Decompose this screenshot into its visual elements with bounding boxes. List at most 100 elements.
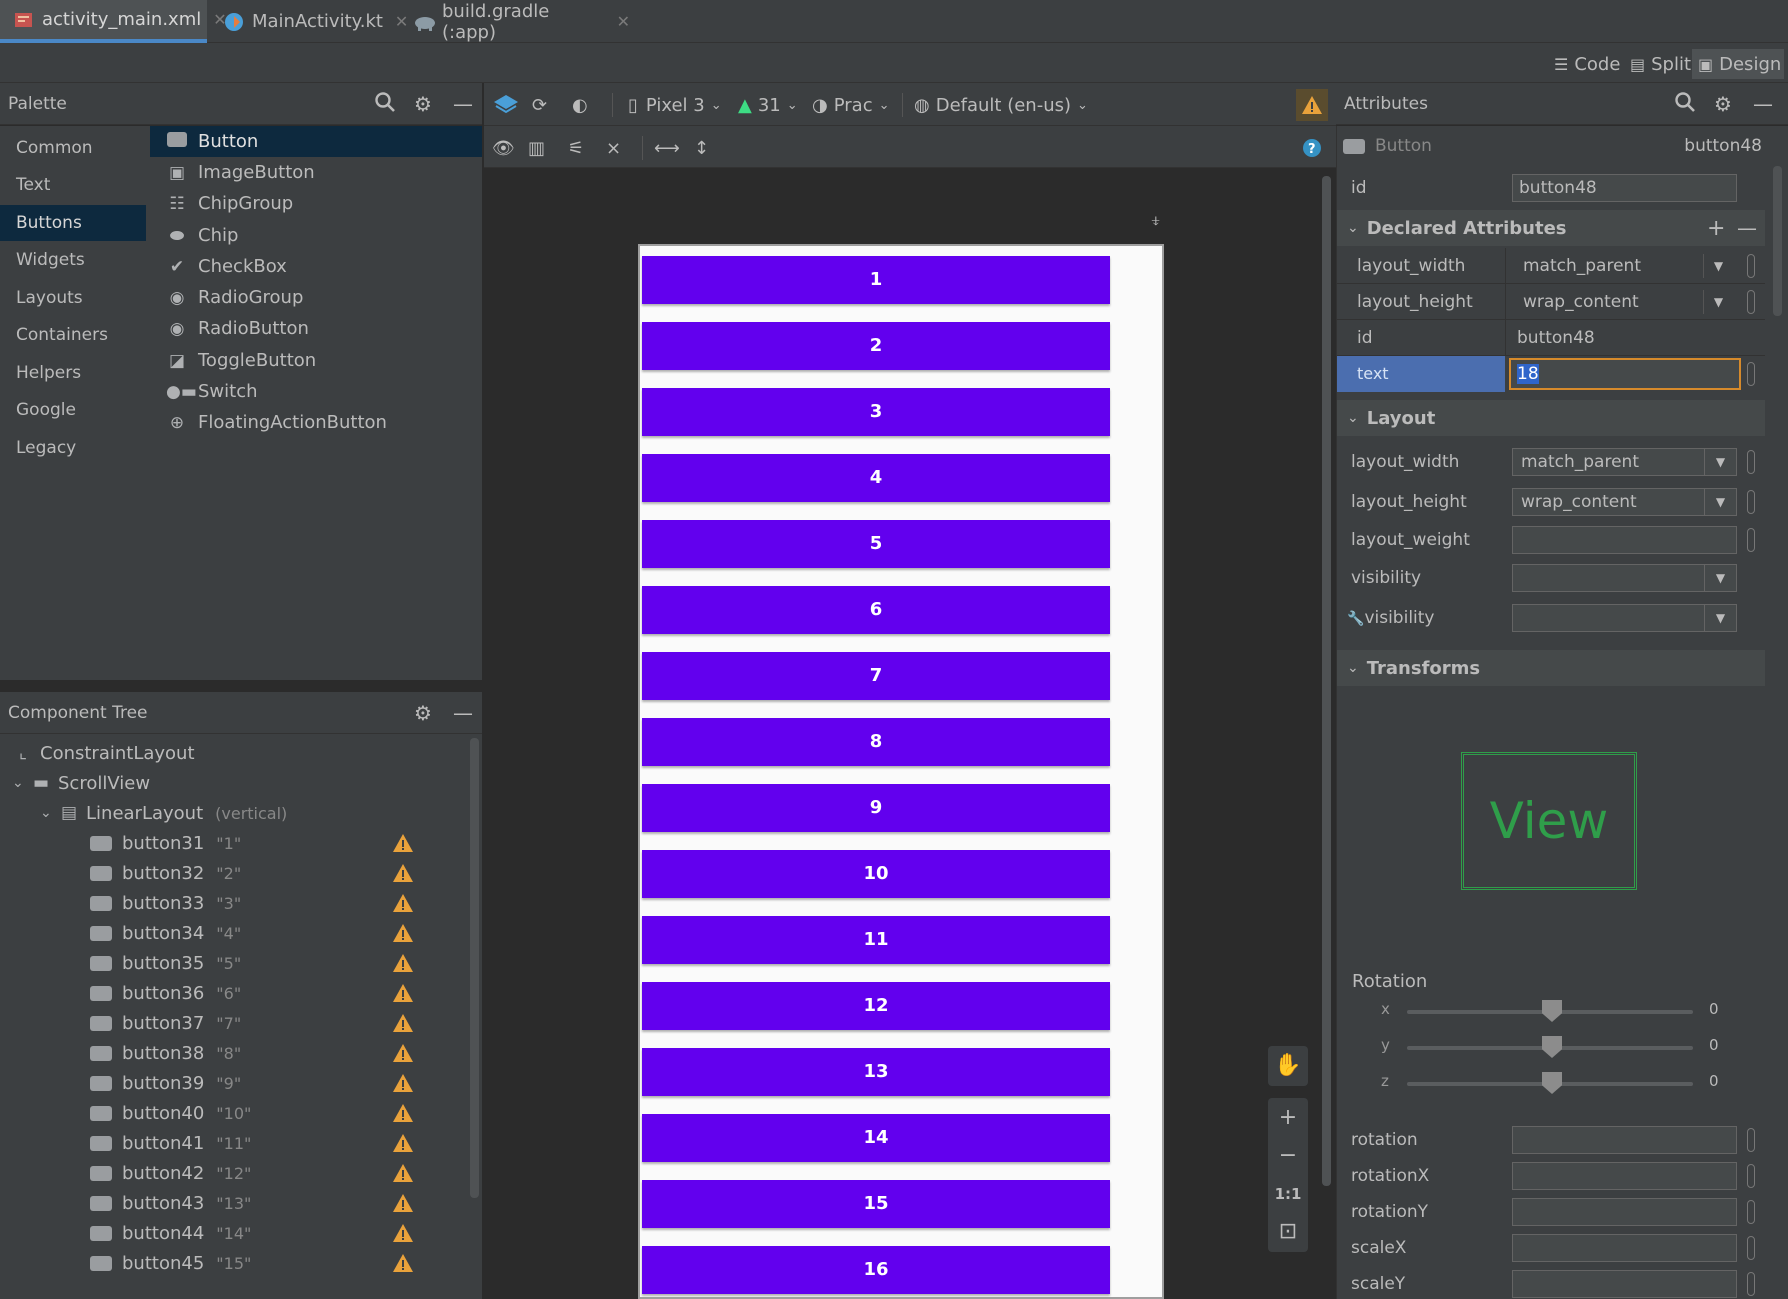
preview-button[interactable]: 2 [642,322,1110,370]
preview-button[interactable]: 16 [642,1246,1110,1294]
night-mode-icon[interactable]: ◐ [572,92,588,118]
device-preview[interactable]: 1 2 3 4 5 6 7 8 9 10 11 12 13 14 15 16 [638,244,1164,1299]
help-icon[interactable]: ? [1302,135,1322,161]
palette-category-layouts[interactable]: Layouts [0,280,146,316]
tree-node-button[interactable]: button40 "10" [90,1098,251,1128]
tree-node-button[interactable]: button44 "14" [90,1218,251,1248]
palette-item-imagebutton[interactable]: ▣ ImageButton [150,157,482,188]
tree-node-button[interactable]: button34 "4" [90,918,241,948]
preview-button[interactable]: 6 [642,586,1110,634]
preview-button[interactable]: 10 [642,850,1110,898]
palette-item-radiogroup[interactable]: ◉ RadioGroup [150,282,482,313]
palette-item-checkbox[interactable]: ✔ CheckBox [150,251,482,282]
tree-node-button[interactable]: button41 "11" [90,1128,251,1158]
tree-node-button[interactable]: button35 "5" [90,948,241,978]
tree-node-linearlayout[interactable]: ⌄ ▤ LinearLayout (vertical) [40,798,287,828]
transform-field[interactable] [1512,1162,1737,1190]
tree-node-button[interactable]: button39 "9" [90,1068,241,1098]
attr-value[interactable]: wrap_content [1523,292,1639,312]
preview-button[interactable]: 1 [642,256,1110,304]
preview-button[interactable]: 7 [642,652,1110,700]
preview-button[interactable]: 9 [642,784,1110,832]
palette-category-text[interactable]: Text [0,167,146,203]
warning-icon[interactable] [392,1223,414,1243]
gear-icon[interactable]: ⚙ [410,91,436,117]
tree-node-scrollview[interactable]: ⌄ ▬ ScrollView [12,768,150,798]
palette-category-helpers[interactable]: Helpers [0,355,146,391]
layout-section[interactable]: ⌄ Layout [1337,400,1765,436]
palette-item-button[interactable]: Button [150,126,482,157]
chevron-down-icon[interactable]: ▼ [1703,254,1733,278]
preview-button[interactable]: 13 [642,1048,1110,1096]
layout-weight-field[interactable] [1512,526,1737,554]
warning-icon[interactable] [392,1193,414,1213]
orientation-icon[interactable]: ⟳ [532,92,547,118]
warning-icon[interactable] [392,1253,414,1273]
align-horizontal-icon[interactable]: ⟷ [654,135,680,161]
slider-thumb[interactable] [1542,1000,1562,1022]
text-attribute-input[interactable]: 18 [1509,358,1741,390]
tools-visibility-dropdown[interactable]: ▼ [1512,604,1737,632]
design-mode-button[interactable]: ▣ Design [1692,49,1784,79]
tree-node-button[interactable]: button37 "7" [90,1008,241,1038]
preview-button[interactable]: 3 [642,388,1110,436]
palette-category-buttons[interactable]: Buttons [0,205,146,241]
transform-field[interactable] [1512,1126,1737,1154]
preview-button[interactable]: 4 [642,454,1110,502]
api-selector[interactable]: ▲ 31 ⌄ [738,92,798,118]
palette-category-common[interactable]: Common [0,130,146,166]
unpin-icon[interactable] [1747,528,1755,552]
tree-node-button[interactable]: button36 "6" [90,978,241,1008]
clear-constraints-icon[interactable]: ⨯ [606,135,621,161]
preview-button[interactable]: 12 [642,982,1110,1030]
tree-node-button[interactable]: button31 "1" [90,828,241,858]
warning-icon[interactable] [392,1133,414,1153]
tree-node-button[interactable]: button43 "13" [90,1188,251,1218]
warning-icon[interactable] [392,1073,414,1093]
device-selector[interactable]: ▯ Pixel 3 ⌄ [628,92,722,118]
warning-icon[interactable] [392,1013,414,1033]
preview-button[interactable]: 11 [642,916,1110,964]
eye-icon[interactable]: 👁 [492,135,515,161]
tab-build-gradle[interactable]: build.gradle (:app) ✕ [400,0,630,43]
id-field[interactable]: button48 [1512,174,1737,202]
palette-category-legacy[interactable]: Legacy [0,430,146,466]
palette-item-togglebutton[interactable]: ◪ ToggleButton [150,345,482,376]
close-icon[interactable]: ✕ [617,12,630,31]
zoom-out-icon[interactable]: − [1268,1138,1308,1174]
preview-button[interactable]: 8 [642,718,1110,766]
align-vertical-icon[interactable]: ↕ [694,135,709,161]
palette-item-floatingactionbutton[interactable]: ⊕ FloatingActionButton [150,407,482,438]
attr-value[interactable]: button48 [1517,328,1595,348]
unpin-icon[interactable] [1747,290,1755,314]
transform-field[interactable] [1512,1270,1737,1298]
hand-icon[interactable]: ✋ [1268,1048,1308,1084]
unpin-icon[interactable] [1747,450,1755,474]
unpin-icon[interactable] [1747,1164,1755,1188]
unpin-icon[interactable] [1747,1272,1755,1296]
unpin-icon[interactable] [1747,1236,1755,1260]
rotation-slider[interactable] [1407,1000,1693,1022]
preview-button[interactable]: 5 [642,520,1110,568]
warning-icon[interactable] [392,863,414,883]
layers-icon[interactable] [492,92,520,118]
warning-icon[interactable] [392,833,414,853]
add-attribute-icon[interactable]: + [1707,216,1725,241]
margins-icon[interactable]: ▥ [528,135,545,161]
theme-selector[interactable]: ◑ Prac ⌄ [812,92,890,118]
warning-icon[interactable] [392,983,414,1003]
preview-button[interactable]: 14 [642,1114,1110,1162]
unpin-icon[interactable] [1747,1200,1755,1224]
palette-item-chipgroup[interactable]: ☷ ChipGroup [150,188,482,219]
zoom-in-icon[interactable]: + [1268,1100,1308,1136]
unpin-icon[interactable] [1747,254,1755,278]
warning-icon[interactable] [392,953,414,973]
attr-value[interactable]: match_parent [1523,256,1641,276]
unpin-icon[interactable] [1747,362,1755,386]
unpin-icon[interactable] [1747,1128,1755,1152]
slider-thumb[interactable] [1542,1072,1562,1094]
warning-icon[interactable] [392,1163,414,1183]
layout-width-dropdown[interactable]: match_parent ▼ [1512,448,1737,476]
design-canvas[interactable]: ⍖ 1 2 3 4 5 6 7 8 9 10 11 12 13 14 15 16 [484,168,1336,1299]
minimize-icon[interactable]: — [450,700,476,726]
